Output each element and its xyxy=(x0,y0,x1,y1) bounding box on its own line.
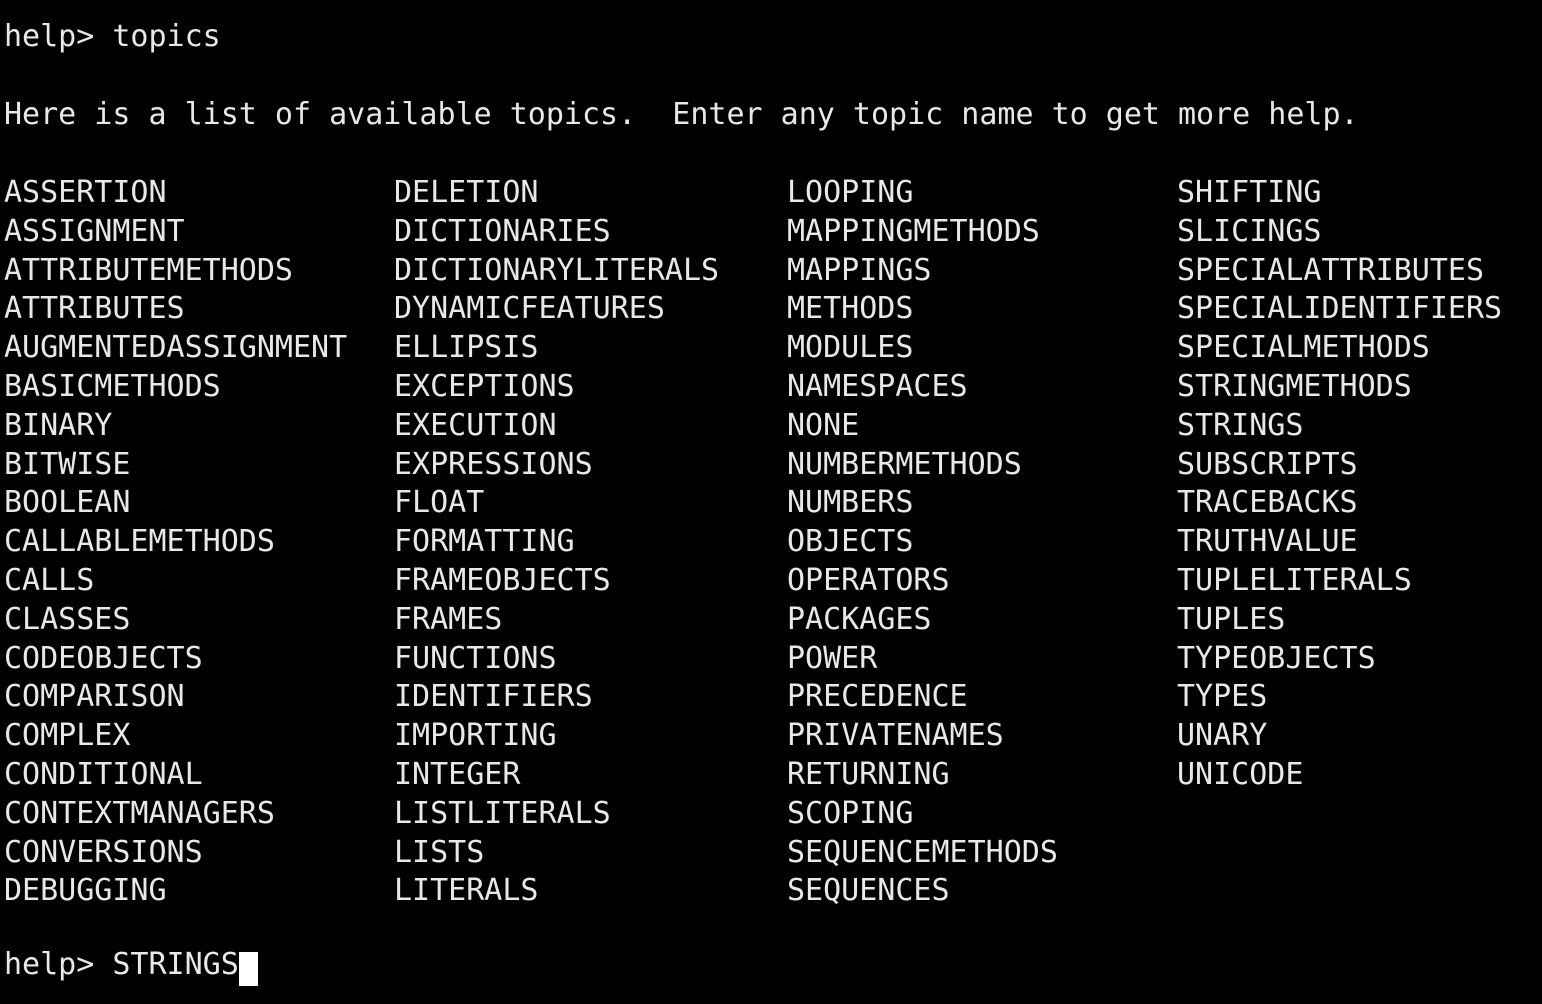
topics-list-grid: ASSERTION ASSIGNMENT ATTRIBUTEMETHODS ATTRI… xyxy=(4,174,1538,914)
topic-item: OBJECTS xyxy=(787,524,914,560)
prompt-line-input[interactable]: help> STRINGS xyxy=(4,946,258,987)
topic-item: COMPARISON xyxy=(4,679,185,715)
topic-item: EXCEPTIONS xyxy=(394,368,575,404)
terminal-screen[interactable]: help> topics Here is a list of available… xyxy=(0,0,1542,1004)
topic-item: DEBUGGING xyxy=(4,873,167,909)
topic-item: TYPES xyxy=(1177,679,1268,715)
topic-item: RETURNING xyxy=(787,756,950,792)
topic-item: DICTIONARYLITERALS xyxy=(394,252,720,288)
topic-item: MAPPINGS xyxy=(787,252,932,288)
topic-item: BINARY xyxy=(4,407,113,443)
topic-item: FRAMES xyxy=(394,601,503,637)
topic-item: OPERATORS xyxy=(787,562,950,598)
topic-item: NAMESPACES xyxy=(787,368,968,404)
topic-item: TYPEOBJECTS xyxy=(1177,640,1376,676)
topic-item: NUMBERS xyxy=(787,485,914,521)
topic-item: POWER xyxy=(787,640,878,676)
topic-item: UNARY xyxy=(1177,718,1268,754)
topics-column-2: DELETION DICTIONARIES DICTIONARYLITERALS DY… xyxy=(394,174,719,911)
topic-item: LISTLITERALS xyxy=(394,795,611,831)
topic-item: CLASSES xyxy=(4,601,131,637)
topic-item: BITWISE xyxy=(4,446,131,482)
topic-item: NONE xyxy=(787,407,860,443)
topic-item: SPECIALMETHODS xyxy=(1177,330,1430,366)
topic-item: LOOPING xyxy=(787,175,914,210)
topic-item: INTEGER xyxy=(394,756,521,792)
topic-item: SPECIALIDENTIFIERS xyxy=(1177,291,1503,327)
topic-item: FORMATTING xyxy=(394,524,575,560)
block-cursor-icon xyxy=(238,952,258,987)
topic-item: CONTEXTMANAGERS xyxy=(4,795,275,831)
topic-item: SHIFTING xyxy=(1177,175,1322,210)
topic-item: PRIVATENAMES xyxy=(787,718,1004,754)
topic-item: DELETION xyxy=(394,175,539,210)
topic-item: CALLABLEMETHODS xyxy=(4,524,275,560)
topic-item: SPECIALATTRIBUTES xyxy=(1177,252,1485,288)
topic-item: PACKAGES xyxy=(787,601,932,637)
topic-item: DYNAMICFEATURES xyxy=(394,291,665,327)
topic-item: TRUTHVALUE xyxy=(1177,524,1358,560)
topics-column-4: SHIFTING SLICINGS SPECIALATTRIBUTES SPECIAL… xyxy=(1177,174,1502,795)
topic-item: BOOLEAN xyxy=(4,485,131,521)
topics-intro-text: Here is a list of available topics. Ente… xyxy=(4,97,1359,132)
topic-item: IMPORTING xyxy=(394,718,557,754)
topic-item: DICTIONARIES xyxy=(394,213,611,249)
topic-item: AUGMENTEDASSIGNMENT xyxy=(4,330,348,366)
topic-item: FLOAT xyxy=(394,485,485,521)
topic-item: ATTRIBUTEMETHODS xyxy=(4,252,293,288)
topic-item: MAPPINGMETHODS xyxy=(787,213,1040,249)
topic-item: TRACEBACKS xyxy=(1177,485,1358,521)
topic-item: UNICODE xyxy=(1177,756,1304,792)
topic-item: FRAMEOBJECTS xyxy=(394,562,611,598)
topic-item: SCOPING xyxy=(787,795,914,831)
topic-item: MODULES xyxy=(787,330,914,366)
topic-item: LISTS xyxy=(394,834,485,870)
topics-column-1: ASSERTION ASSIGNMENT ATTRIBUTEMETHODS ATTRI… xyxy=(4,174,347,911)
prompt-line-topics: help> topics xyxy=(4,19,221,54)
topic-item: PRECEDENCE xyxy=(787,679,968,715)
topic-item: SUBSCRIPTS xyxy=(1177,446,1358,482)
topic-item: ASSIGNMENT xyxy=(4,213,185,249)
topic-item: ATTRIBUTES xyxy=(4,291,185,327)
topic-item: TUPLELITERALS xyxy=(1177,562,1412,598)
topic-item: IDENTIFIERS xyxy=(394,679,593,715)
topic-item: SEQUENCES xyxy=(787,873,950,909)
topic-item: CALLS xyxy=(4,562,95,598)
topic-item: FUNCTIONS xyxy=(394,640,557,676)
topic-item: COMPLEX xyxy=(4,718,131,754)
topic-item: SEQUENCEMETHODS xyxy=(787,834,1058,870)
topic-item: CODEOBJECTS xyxy=(4,640,203,676)
topic-item: METHODS xyxy=(787,291,914,327)
topic-item: LITERALS xyxy=(394,873,539,909)
topics-column-3: LOOPING MAPPINGMETHODS MAPPINGS METHODS MODU… xyxy=(787,174,1058,911)
topic-item: CONDITIONAL xyxy=(4,756,203,792)
topic-item: ASSERTION xyxy=(4,175,167,210)
topic-item: ELLIPSIS xyxy=(394,330,539,366)
topic-item: EXECUTION xyxy=(394,407,557,443)
topic-item: EXPRESSIONS xyxy=(394,446,593,482)
topic-item: TUPLES xyxy=(1177,601,1286,637)
topic-item: STRINGS xyxy=(1177,407,1304,443)
prompt-input-text: help> STRINGS xyxy=(4,947,239,982)
topic-item: SLICINGS xyxy=(1177,213,1322,249)
topic-item: CONVERSIONS xyxy=(4,834,203,870)
topic-item: STRINGMETHODS xyxy=(1177,368,1412,404)
topic-item: BASICMETHODS xyxy=(4,368,221,404)
topic-item: NUMBERMETHODS xyxy=(787,446,1022,482)
